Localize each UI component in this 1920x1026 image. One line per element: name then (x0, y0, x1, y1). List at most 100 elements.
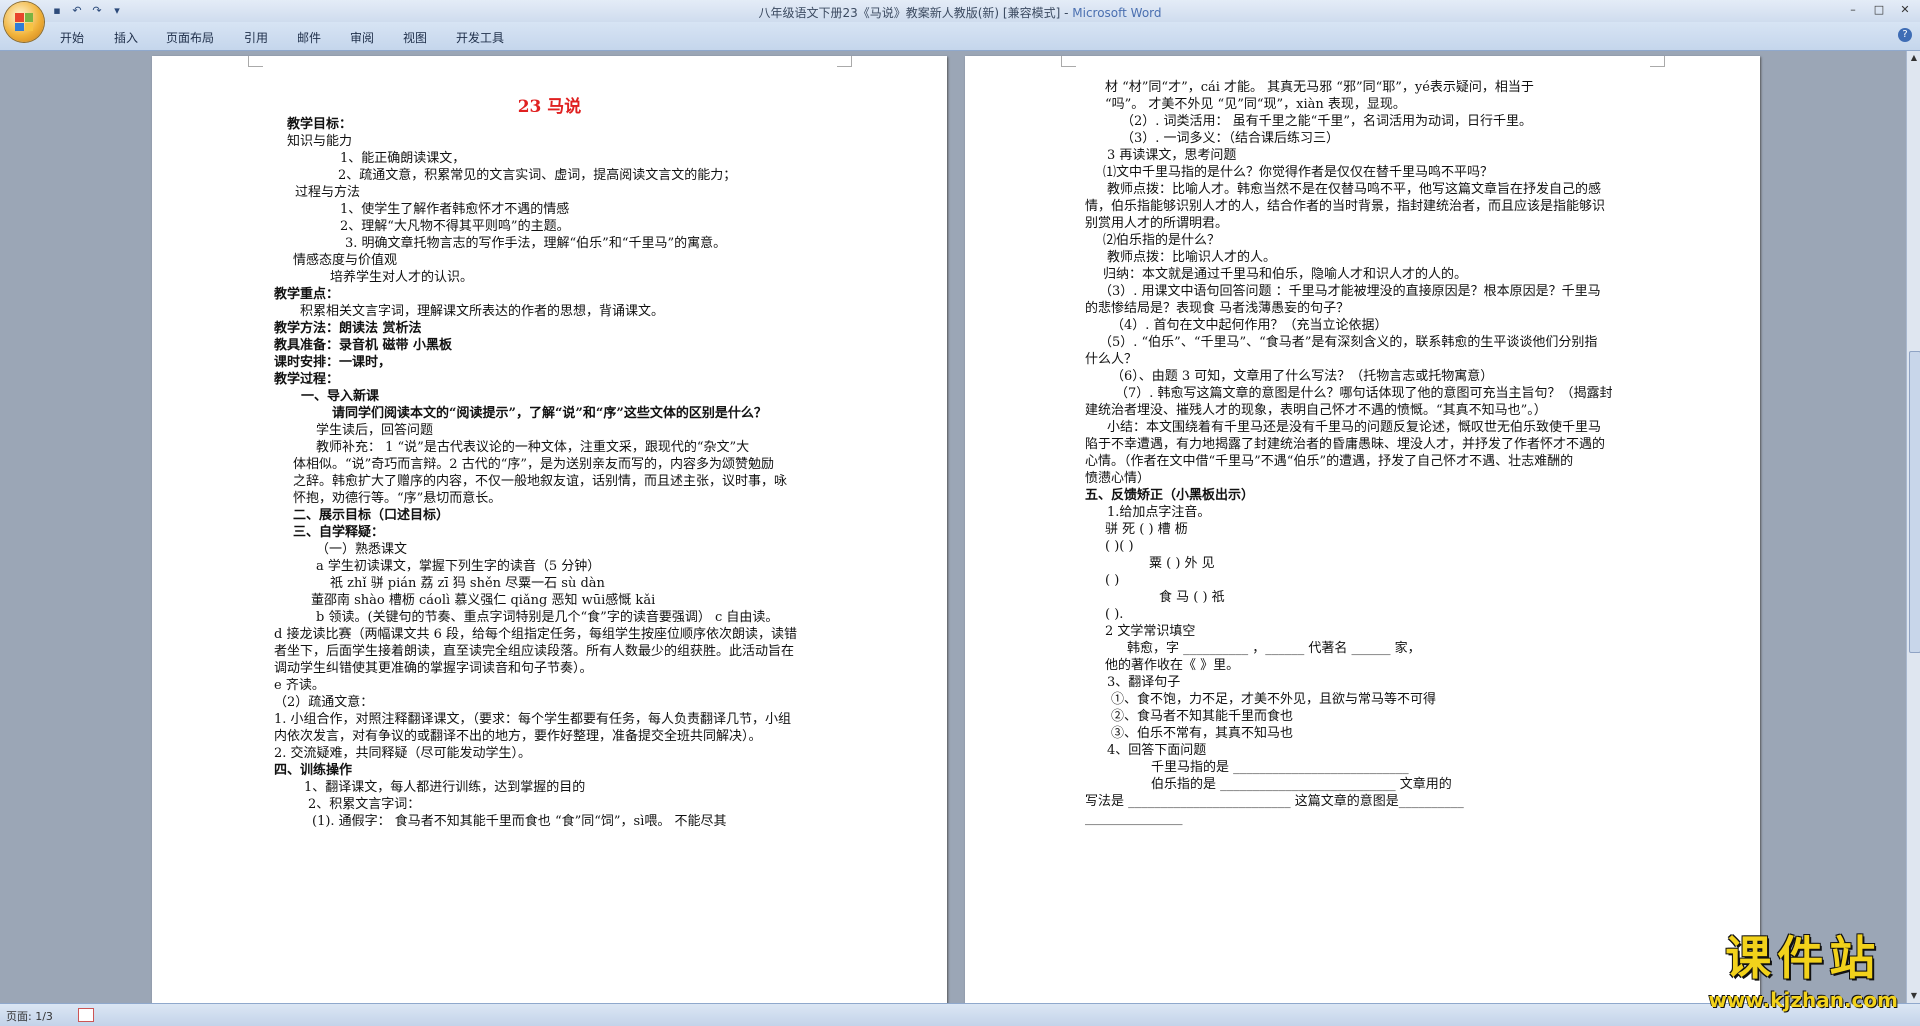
page-counter[interactable]: 页面: 1/3 (6, 1008, 53, 1024)
text-line: 他的著作收在《 》里。 (1105, 658, 1239, 674)
text-line: 内依次发言，对有争议的或翻译不出的地方，要作好整理，准备提交全班共同解决）。 (274, 729, 762, 745)
customize-qat-icon[interactable]: ▾ (110, 4, 124, 18)
text-line: （4）. 首句在文中起何作用？（充当立论依据） (1111, 318, 1388, 334)
watermark-logo: 课件站 www.kjzhan.com (1708, 922, 1898, 1012)
line-text: 食 马 ( ) 祇 (1159, 590, 1225, 605)
text-line: 教学目标： (287, 117, 352, 133)
line-text: 2 文学常识填空 (1105, 624, 1196, 639)
scroll-down-icon[interactable]: ▼ (1909, 991, 1919, 1001)
text-line: 韩愈，字 __________ ，______ 代著名 ______ 家， (1127, 641, 1421, 657)
line-text: 1.给加点字注音。 (1107, 505, 1211, 520)
tab-home[interactable]: 开始 (60, 29, 84, 46)
line-text: 1、翻译课文，每人都进行训练，达到掌握的目的 (304, 780, 586, 795)
line-text: 积累相关文言字词，理解课文所表达的作者的思想，背诵课文。 (300, 304, 665, 319)
text-line: ③、伯乐不常有，其真不知马也 (1111, 726, 1293, 742)
undo-icon[interactable]: ↶ (70, 4, 84, 18)
line-text: 董邵南 shào 槽枥 cáolì 慕义强仁 qiǎng 恶知 wūi感慨 kǎ… (311, 593, 656, 608)
text-line: 什么人？ (1085, 352, 1137, 368)
line-text: 3 再读课文，思考问题 (1107, 148, 1237, 163)
line-text: 材 “材”同“才”，cái 才能。 其真无马邪 “邪”同“耶”，yé表示疑问，相… (1105, 80, 1534, 95)
line-text: 写法是 _________________________ 这篇文章的意图是__… (1085, 794, 1464, 809)
text-line: 食 马 ( ) 祇 (1159, 590, 1225, 606)
proofing-icon[interactable] (78, 1008, 94, 1022)
text-line: 建统治者埋没、摧残人才的现象，表明自己怀才不遇的愤慨。“其真不知马也”。） (1085, 403, 1547, 419)
margin-marker (248, 56, 263, 67)
maximize-button[interactable]: □ (1866, 0, 1892, 20)
line-text: 祇 zhǐ 骈 pián 荔 zī 犸 shěn 尽粟一石 sù dàn (330, 576, 605, 591)
vertical-scrollbar[interactable]: ▲ ▼ (1906, 51, 1920, 1003)
tab-mailings[interactable]: 邮件 (297, 29, 321, 46)
text-line: 伯乐指的是 ___________________________ 文章用的 (1151, 777, 1452, 793)
redo-icon[interactable]: ↷ (90, 4, 104, 18)
document-page-1[interactable]: 23 马说 教学目标： 知识与能力 1、能正确朗读课文， 2、疏通文意，积累常见的文言… (152, 56, 947, 1003)
line-text: 他的著作收在《 》里。 (1105, 658, 1240, 673)
document-page-2[interactable]: 材 “材”同“才”，cái 才能。 其真无马邪 “邪”同“耶”，yé表示疑问，相… (965, 56, 1760, 1003)
line-text: 归纳：本文就是通过千里马和伯乐，隐喻人才和识人才的人的。 (1103, 267, 1468, 282)
text-line: 3 再读课文，思考问题 (1107, 148, 1236, 164)
text-line: 骈 死 ( ) 槽 枥 (1105, 522, 1188, 538)
text-line: 者坐下，后面学生接着朗读，直至读完全组应读段落。所有人数最少的组获胜。此活动旨在 (274, 644, 794, 660)
text-line: 之辞。韩愈扩大了赠序的内容，不仅一般地叙友谊，话别情，而且述主张，议时事，咏 (293, 474, 787, 490)
line-text: 陷于不幸遭遇，有力地揭露了封建统治者的昏庸愚昧、埋没人才，并抒发了作者怀才不遇的 (1085, 437, 1606, 452)
tab-page-layout[interactable]: 页面布局 (166, 29, 214, 46)
line-text: （2）. 词类活用： 虽有千里之能“千里”，名词活用为动词，日行千里。 (1121, 114, 1532, 129)
line-text: 怀抱，劝德行等。“序”悬切而意长。 (293, 491, 502, 506)
tab-view[interactable]: 视图 (403, 29, 427, 46)
line-text: (1). 通假字： 食马者不知其能千里而食也 “食”同“饲”，sì喂。 不能尽其 (312, 814, 727, 829)
text-line: e 齐读。 (274, 678, 325, 694)
text-line: 2、疏通文意，积累常见的文言实词、虚词，提高阅读文言文的能力； (338, 168, 736, 184)
scroll-thumb[interactable] (1909, 351, 1920, 653)
text-line: 小结：本文围绕着有千里马还是没有千里马的问题反复论述，慨叹世无伯乐致使千里马 (1107, 420, 1601, 436)
line-text: 过程与方法 (295, 185, 361, 200)
line-text: 4、回答下面问题 (1107, 743, 1207, 758)
line-text: 五、反馈矫正（小黑板出示） (1085, 488, 1255, 503)
office-button[interactable] (4, 2, 44, 42)
line-text: “吗”。 才美不外见 “见”同“现”，xiàn 表现，显现。 (1105, 97, 1406, 112)
text-line: 教学过程： (274, 372, 339, 388)
window-title: 八年级语文下册23《马说》教案新人教版(新) [兼容模式] - Microsof… (0, 4, 1920, 21)
margin-marker (1061, 56, 1076, 67)
scroll-up-icon[interactable]: ▲ (1909, 53, 1919, 63)
tab-insert[interactable]: 插入 (114, 29, 138, 46)
tab-review[interactable]: 审阅 (350, 29, 374, 46)
line-text: ( ) (1105, 573, 1120, 588)
tab-developer[interactable]: 开发工具 (456, 29, 504, 46)
save-icon[interactable]: ▪ (50, 4, 64, 18)
text-line: 情感态度与价值观 (293, 253, 397, 269)
text-line: 归纳：本文就是通过千里马和伯乐，隐喻人才和识人才的人的。 (1103, 267, 1467, 283)
document-workspace: 23 马说 教学目标： 知识与能力 1、能正确朗读课文， 2、疏通文意，积累常见的文言… (0, 51, 1906, 1003)
text-line: 教学重点： (274, 287, 339, 303)
line-text: 学生读后，回答问题 (316, 423, 434, 438)
tab-references[interactable]: 引用 (244, 29, 268, 46)
line-text: 情，伯乐指能够识别人才的人，结合作者的当时背景，指封建统治者，而且应该是指能够识 (1085, 199, 1606, 214)
help-icon[interactable]: ? (1898, 28, 1912, 42)
text-line: 请同学们阅读本文的“阅读提示”，了解“说”和“序”这些文体的区别是什么？ (332, 406, 767, 422)
text-line: 体相似。“说”奇巧而言辩。2 古代的“序”，是为送别亲友而写的，内容多为颂赞勉励 (293, 457, 774, 473)
text-line: 学生读后，回答问题 (316, 423, 433, 439)
text-line: 3、翻译句子 (1107, 675, 1180, 691)
close-button[interactable]: ✕ (1892, 0, 1918, 20)
text-line: _______________ (1085, 811, 1183, 827)
text-line: 1、翻译课文，每人都进行训练，达到掌握的目的 (304, 780, 585, 796)
text-line: 三、自学释疑： (293, 525, 384, 541)
document-title: 23 马说 (517, 97, 582, 117)
ribbon-tab-bar: 开始 插入 页面布局 引用 邮件 审阅 视图 开发工具 ? (0, 22, 1920, 51)
quick-access-toolbar: ▪ ↶ ↷ ▾ (50, 3, 124, 19)
text-line: 教师点拨：比喻人才。韩愈当然不是在仅替马鸣不平，他写这篇文章旨在抒发自己的感 (1107, 182, 1601, 198)
line-text: 愤懑心情） (1085, 471, 1151, 486)
line-text: 培养学生对人才的认识。 (330, 270, 474, 285)
text-line: a 学生初读课文，掌握下列生字的读音（5 分钟） (316, 559, 600, 575)
document-name: 八年级语文下册23《马说》教案新人教版(新) [兼容模式] - (758, 6, 1073, 20)
minimize-button[interactable]: – (1840, 0, 1866, 20)
text-line: 教师点拨：比喻识人才的人。 (1107, 250, 1276, 266)
line-text: 韩愈，字 __________ ，______ 代著名 ______ 家， (1127, 641, 1421, 656)
text-line: 1、能正确朗读课文， (340, 151, 465, 167)
text-line: 的悲惨结局是？表现食 马者浅薄愚妄的句子？ (1085, 301, 1349, 317)
text-line: 怀抱，劝德行等。“序”悬切而意长。 (293, 491, 501, 507)
text-line: 课时安排：一课时， (274, 355, 391, 371)
line-text: ( )( ) (1105, 539, 1134, 554)
line-text: b 领读。(关键句的节奏、重点字词特别是几个“食”字的读音要强调） c 自由读。 (316, 610, 779, 625)
text-line: 2、积累文言字词： (308, 797, 420, 813)
line-text: （3）. 用课文中语句回答问题 ：千里马才能被埋没的直接原因是？根本原因是？千里… (1099, 284, 1601, 299)
text-line: （7）. 韩愈写这篇文章的意图是什么？哪句话体现了他的意图可充当主旨句？（揭露封 (1115, 386, 1613, 402)
